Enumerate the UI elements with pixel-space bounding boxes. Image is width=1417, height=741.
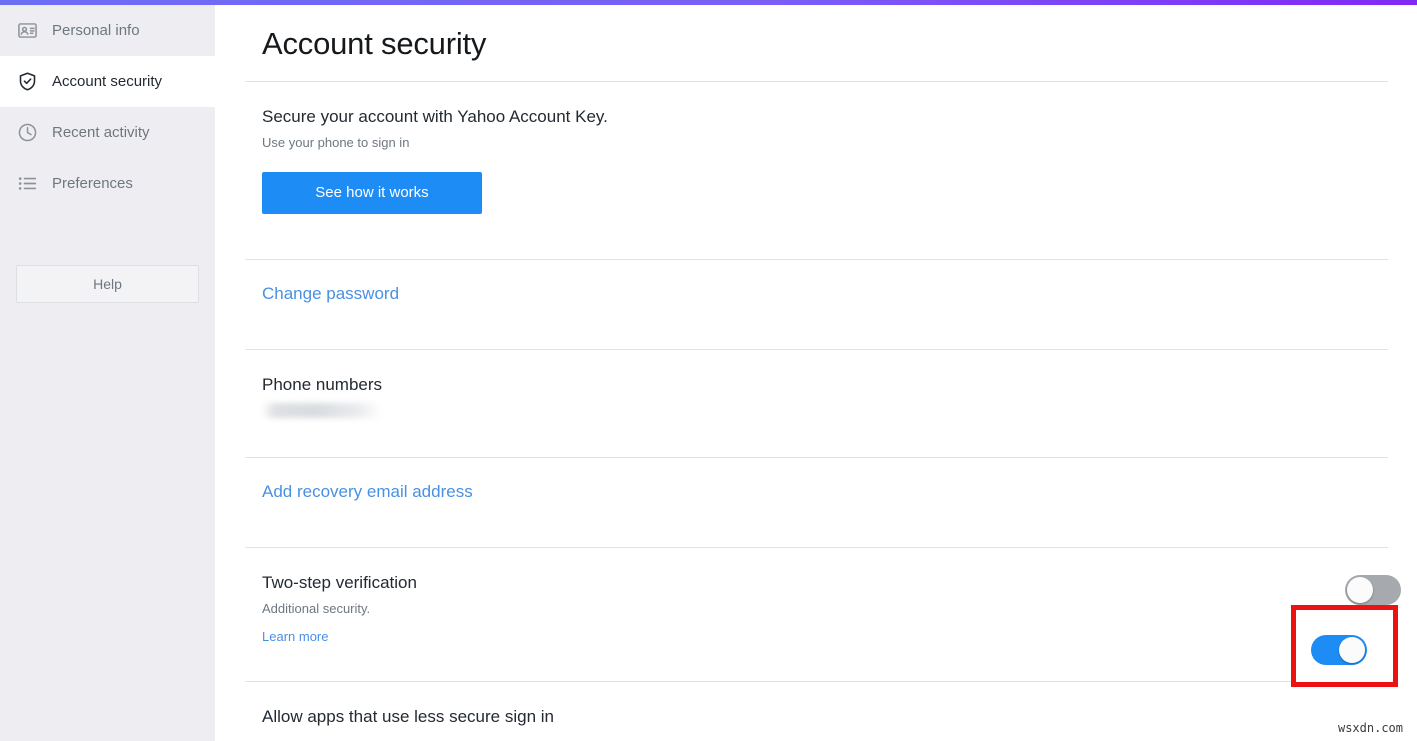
account-security-page: Personal info Account security Recent ac… xyxy=(0,0,1417,741)
toggle-knob xyxy=(1347,577,1373,603)
sidebar-item-account-security[interactable]: Account security xyxy=(0,56,215,107)
sidebar-item-label: Personal info xyxy=(52,23,140,38)
phone-numbers-heading: Phone numbers xyxy=(262,374,1388,396)
less-secure-heading: Allow apps that use less secure sign in xyxy=(262,706,1388,728)
main-content: Account security Secure your account wit… xyxy=(215,5,1417,741)
account-key-heading: Secure your account with Yahoo Account K… xyxy=(262,106,1388,128)
sidebar-item-recent-activity[interactable]: Recent activity xyxy=(0,107,215,158)
section-two-step-verification: Two-step verification Additional securit… xyxy=(215,548,1417,664)
less-secure-apps-toggle[interactable] xyxy=(1311,635,1367,665)
add-recovery-email-link[interactable]: Add recovery email address xyxy=(262,482,473,502)
section-recovery-email: Add recovery email address xyxy=(215,458,1417,530)
clock-icon xyxy=(16,122,38,144)
see-how-it-works-button[interactable]: See how it works xyxy=(262,172,482,214)
highlight-annotation-box xyxy=(1291,605,1398,687)
change-password-link[interactable]: Change password xyxy=(262,284,399,304)
brand-gradient-bar xyxy=(0,0,1417,5)
section-phone-numbers: Phone numbers xyxy=(215,350,1417,440)
page-title: Account security xyxy=(215,5,1417,64)
sidebar: Personal info Account security Recent ac… xyxy=(0,0,215,741)
sidebar-item-preferences[interactable]: Preferences xyxy=(0,158,215,209)
two-step-subtext: Additional security. xyxy=(262,600,1388,619)
section-change-password: Change password xyxy=(215,260,1417,332)
shield-check-icon xyxy=(16,71,38,93)
two-step-verification-toggle[interactable] xyxy=(1345,575,1401,605)
toggle-knob xyxy=(1339,637,1365,663)
account-key-subtext: Use your phone to sign in xyxy=(262,134,1388,153)
sidebar-item-label: Account security xyxy=(52,74,162,89)
sidebar-item-personal-info[interactable]: Personal info xyxy=(0,5,215,56)
watermark: wsxdn.com xyxy=(1338,721,1403,735)
phone-number-redacted-value[interactable] xyxy=(262,403,382,418)
contact-card-icon xyxy=(16,20,38,42)
section-less-secure-apps: Allow apps that use less secure sign in … xyxy=(215,682,1417,741)
help-button-wrapper: Help xyxy=(0,265,215,303)
two-step-learn-more-link[interactable]: Learn more xyxy=(262,629,328,644)
two-step-heading: Two-step verification xyxy=(262,572,1388,594)
sidebar-item-label: Preferences xyxy=(52,176,133,191)
help-button[interactable]: Help xyxy=(16,265,199,303)
sidebar-item-label: Recent activity xyxy=(52,125,150,140)
section-account-key: Secure your account with Yahoo Account K… xyxy=(215,82,1417,242)
list-icon xyxy=(16,173,38,195)
